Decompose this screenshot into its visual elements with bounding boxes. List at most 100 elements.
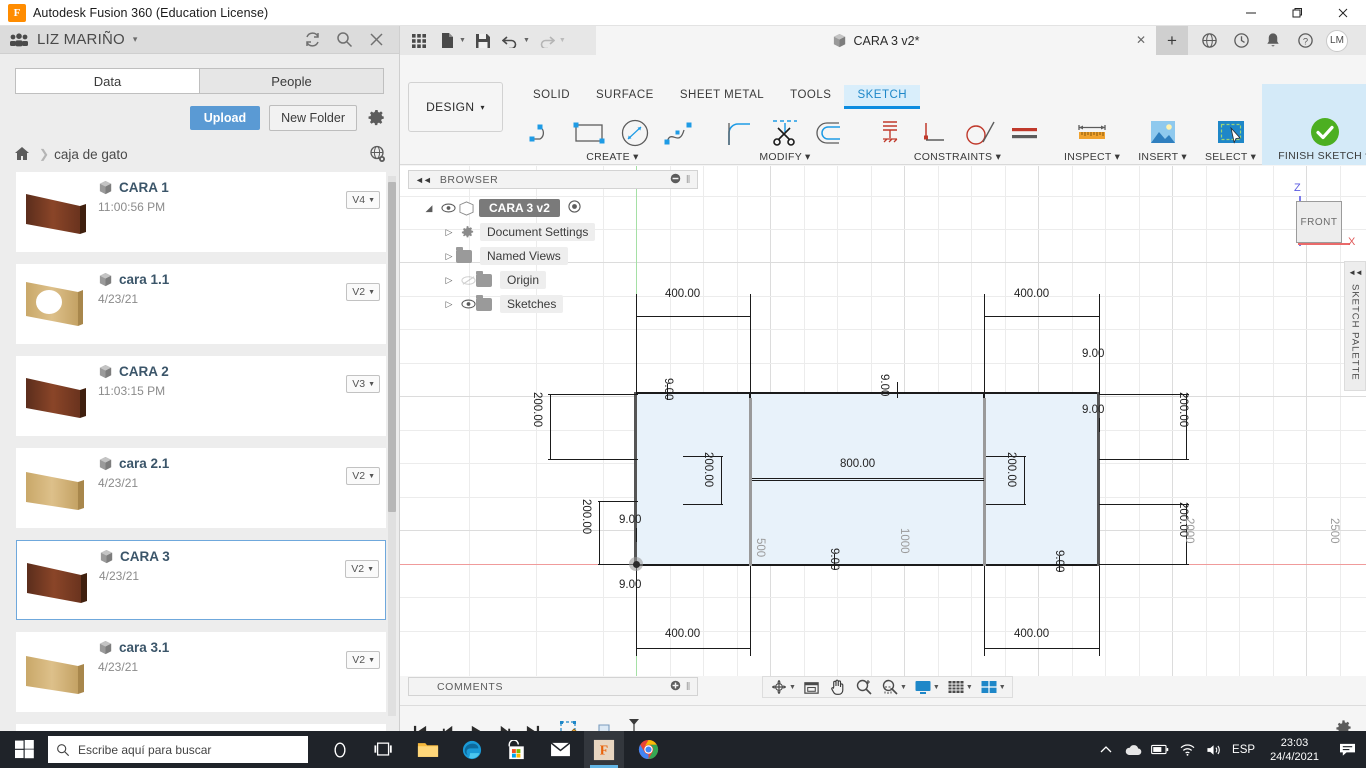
orbit-icon[interactable] — [767, 677, 791, 697]
data-panel-file-list[interactable]: CARA 1 11:00:56 PM V4 ▼ cara 1.1 4/23/21 V2 ▼ CA… — [0, 172, 400, 740]
chevron-down-icon[interactable]: ▼ — [368, 197, 375, 204]
refresh-icon[interactable] — [301, 29, 323, 51]
tree-node-label[interactable]: Document Settings — [480, 223, 596, 241]
version-badge[interactable]: V2 ▼ — [346, 283, 380, 301]
dimension-bottom-left-400[interactable]: 400.00 — [665, 628, 700, 640]
list-item[interactable]: CARA 3 4/23/21 V2 ▼ — [16, 540, 386, 620]
fusion360-icon[interactable]: F — [584, 731, 624, 768]
home-icon[interactable] — [14, 146, 30, 162]
panel-label-create[interactable]: CREATE ▾ — [586, 151, 638, 163]
eye-icon[interactable] — [438, 203, 458, 213]
tree-node-document-settings[interactable]: ▷ Document Settings — [420, 220, 700, 244]
tab-sketch[interactable]: SKETCH — [844, 85, 921, 109]
search-icon[interactable] — [333, 29, 355, 51]
scrollbar-thumb[interactable] — [388, 182, 396, 512]
expand-arrow-icon[interactable]: ◢ — [420, 203, 438, 214]
list-item[interactable]: cara 2.1 4/23/21 V2 ▼ — [16, 448, 386, 528]
chevron-down-icon[interactable]: ▼ — [368, 473, 375, 480]
panel-finish-sketch[interactable]: FINISH SKETCH ▾ — [1262, 84, 1366, 165]
save-icon[interactable] — [470, 29, 496, 53]
dimension-bottom-right-400[interactable]: 400.00 — [1014, 628, 1049, 640]
dimension-top-right-400[interactable]: 400.00 — [1014, 288, 1049, 300]
eye-icon[interactable] — [458, 299, 478, 309]
panel-label-select[interactable]: SELECT ▾ — [1205, 151, 1256, 163]
file-explorer-icon[interactable] — [408, 731, 448, 768]
avatar[interactable]: LM — [1326, 29, 1348, 52]
tab-surface[interactable]: SURFACE — [583, 85, 667, 109]
task-view-icon[interactable] — [364, 731, 404, 768]
dimension-inner-right-200[interactable]: 200.00 — [1005, 452, 1017, 487]
rectangle-tool-icon[interactable] — [569, 113, 611, 153]
close-panel-icon[interactable] — [365, 29, 387, 51]
chevron-down-icon[interactable]: ▼ — [999, 684, 1006, 691]
volume-icon[interactable] — [1205, 741, 1223, 759]
wifi-icon[interactable] — [1178, 741, 1196, 759]
clock[interactable]: 23:03 24/4/2021 — [1264, 736, 1325, 764]
dimension-thickness-top-center-9[interactable]: 9.00 — [878, 374, 890, 396]
panel-label-insert[interactable]: INSERT ▾ — [1138, 151, 1187, 163]
browser-minus-icon[interactable] — [670, 173, 681, 187]
chevron-down-icon[interactable]: ▼ — [966, 684, 973, 691]
version-badge[interactable]: V3 ▼ — [346, 375, 380, 393]
version-badge[interactable]: V2 ▼ — [346, 651, 380, 669]
tab-tools[interactable]: TOOLS — [777, 85, 844, 109]
dimension-left-200-lower[interactable]: 200.00 — [580, 499, 592, 534]
dimension-thickness-top-right-9[interactable]: 9.00 — [1082, 348, 1104, 360]
app-grid-icon[interactable] — [406, 29, 432, 53]
panel-label-modify[interactable]: MODIFY ▾ — [759, 151, 810, 163]
breadcrumb-folder[interactable]: caja de gato — [54, 147, 128, 162]
tree-node-origin[interactable]: ▷ Origin — [420, 268, 700, 292]
version-badge[interactable]: V4 ▼ — [346, 191, 380, 209]
item-title[interactable]: CARA 2 — [98, 364, 386, 379]
comments-resize-handle[interactable]: ‖ — [686, 681, 691, 693]
recent-clock-icon[interactable] — [1226, 26, 1256, 55]
expand-arrow-icon[interactable]: ▷ — [440, 299, 458, 310]
tree-node-label[interactable]: Named Views — [480, 247, 568, 265]
pan-hand-icon[interactable] — [826, 677, 850, 697]
activate-component-icon[interactable] — [568, 200, 581, 216]
sketch-palette-tab[interactable]: ◄◄ SKETCH PALETTE — [1344, 261, 1366, 391]
measure-tool-icon[interactable] — [1071, 113, 1113, 153]
look-at-icon[interactable] — [800, 677, 824, 697]
list-item[interactable]: cara 1.1 4/23/21 V2 ▼ — [16, 264, 386, 344]
item-title[interactable]: cara 3.1 — [98, 640, 386, 655]
expand-arrow-icon[interactable]: ▷ — [440, 227, 458, 238]
view-cube-front-face[interactable]: FRONT — [1296, 201, 1342, 243]
tree-node-named-views[interactable]: ▷ Named Views — [420, 244, 700, 268]
chevron-down-icon[interactable]: ▾ — [133, 34, 138, 45]
notifications-bell-icon[interactable] — [1258, 26, 1288, 55]
document-tab-active[interactable]: CARA 3 v2* ✕ — [596, 26, 1156, 55]
chevron-down-icon[interactable]: ▼ — [523, 37, 530, 44]
finish-sketch-check-icon[interactable] — [1304, 112, 1346, 152]
tab-data[interactable]: Data — [15, 68, 199, 94]
workspace-switcher[interactable]: DESIGN ▾ — [408, 82, 503, 132]
chrome-icon[interactable] — [628, 731, 668, 768]
gear-icon[interactable] — [366, 108, 386, 128]
panel-label-inspect[interactable]: INSPECT ▾ — [1064, 151, 1120, 163]
chevron-down-icon[interactable]: ▼ — [367, 566, 374, 573]
browser-resize-handle[interactable]: ‖ — [686, 174, 691, 186]
expand-arrow-icon[interactable]: ▷ — [440, 275, 458, 286]
line-tool-icon[interactable] — [524, 113, 566, 153]
tree-node-root-label[interactable]: CARA 3 v2 — [479, 199, 560, 217]
dimension-right-200-upper[interactable]: 200.00 — [1177, 392, 1189, 427]
coincident-constraint-icon[interactable] — [914, 113, 956, 153]
display-settings-icon[interactable] — [911, 677, 935, 697]
fillet-tool-icon[interactable] — [719, 113, 761, 153]
tab-solid[interactable]: SOLID — [520, 85, 583, 109]
sketch-profile-left[interactable] — [634, 392, 751, 566]
help-icon[interactable]: ? — [1290, 26, 1320, 55]
redo-icon[interactable] — [534, 29, 560, 53]
sketch-profile-right[interactable] — [983, 392, 1100, 566]
list-item[interactable]: cara 3.1 4/23/21 V2 ▼ — [16, 632, 386, 712]
item-title[interactable]: CARA 3 — [99, 549, 385, 564]
tree-node-sketches[interactable]: ▷ Sketches — [420, 292, 700, 316]
upload-button[interactable]: Upload — [189, 106, 261, 130]
chevron-down-icon[interactable]: ▼ — [368, 381, 375, 388]
chevron-down-icon[interactable]: ▼ — [900, 684, 907, 691]
tree-node-label[interactable]: Origin — [500, 271, 547, 289]
dimension-thickness-top-left-9[interactable]: 9.00 — [662, 378, 674, 400]
add-comment-icon[interactable] — [670, 680, 681, 694]
new-tab-button[interactable]: + — [1156, 26, 1188, 55]
version-badge[interactable]: V2 ▼ — [346, 467, 380, 485]
